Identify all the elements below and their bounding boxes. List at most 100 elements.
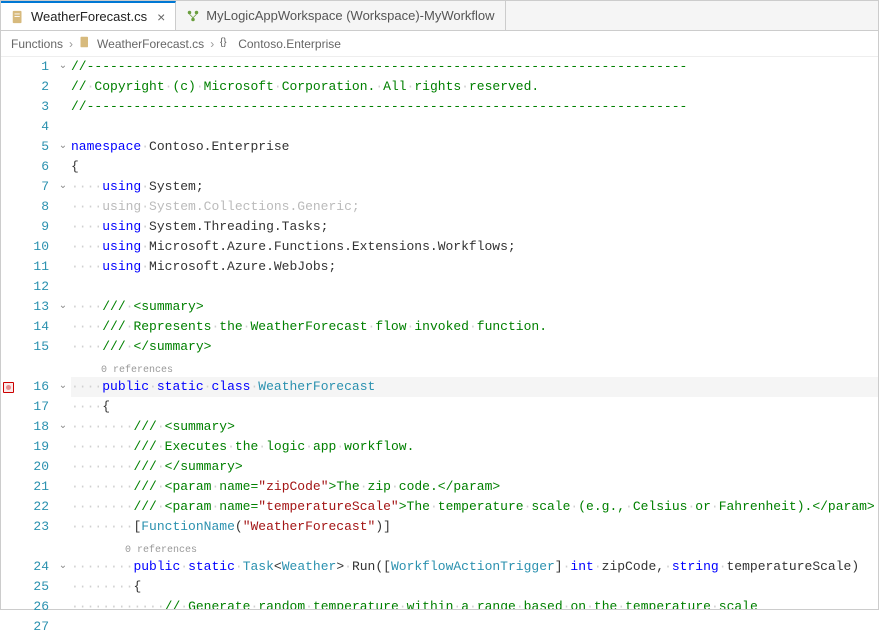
breadcrumb-item[interactable]: WeatherForecast.cs (97, 37, 204, 51)
indent-guide: ···· (71, 479, 102, 494)
code-line[interactable]: ····using·Microsoft.Azure.Functions.Exte… (71, 237, 878, 257)
breakpoint-marker[interactable] (3, 382, 14, 393)
close-icon[interactable]: × (157, 9, 165, 25)
code-line[interactable]: ········///·<summary> (71, 417, 878, 437)
indent-guide: ···· (71, 559, 102, 574)
line-number: 10 (15, 237, 49, 257)
indent-guide: ···· (71, 439, 102, 454)
code-line[interactable]: ········public·static·Task<Weather>·Run(… (71, 557, 878, 577)
code-area[interactable]: //--------------------------------------… (71, 57, 878, 609)
code-line[interactable]: namespace·Contoso.Enterprise (71, 137, 878, 157)
line-number: 7 (15, 177, 49, 197)
code-line[interactable]: ····using·System; (71, 177, 878, 197)
indent-guide: ···· (71, 459, 102, 474)
indent-guide: ···· (71, 579, 102, 594)
line-number: 9 (15, 217, 49, 237)
fold-toggle[interactable]: ⌄ (55, 57, 71, 77)
tab-weatherforecast[interactable]: WeatherForecast.cs × (1, 1, 176, 30)
code-line[interactable]: ········[FunctionName("WeatherForecast")… (71, 517, 878, 537)
code-line[interactable]: //·Copyright·(c)·Microsoft·Corporation.·… (71, 77, 878, 97)
code-line[interactable]: ····public·static·class·WeatherForecast (71, 377, 878, 397)
tab-workflow[interactable]: MyLogicAppWorkspace (Workspace)-MyWorkfl… (176, 1, 505, 30)
indent-guide: ···· (71, 599, 102, 609)
line-number: 5 (15, 137, 49, 157)
fold-gutter[interactable]: ⌄ ⌄ ⌄ ⌄ ⌄ ⌄ ⌄ (55, 57, 71, 609)
indent-guide: ···· (102, 559, 133, 574)
line-number: 21 (15, 477, 49, 497)
codelens-references[interactable]: 0 references (101, 365, 173, 376)
indent-guide: ···· (102, 459, 133, 474)
indent-guide: ···· (71, 419, 102, 434)
indent-guide: ···· (102, 499, 133, 514)
code-line[interactable]: ····///·Represents·the·WeatherForecast·f… (71, 317, 878, 337)
line-number: 14 (15, 317, 49, 337)
tab-bar: WeatherForecast.cs × MyLogicAppWorkspace… (1, 1, 878, 31)
line-number: 25 (15, 577, 49, 597)
indent-guide: ···· (71, 319, 102, 334)
line-number: 3 (15, 97, 49, 117)
indent-guide: ···· (71, 259, 102, 274)
indent-guide: ···· (71, 239, 102, 254)
code-line[interactable]: //--------------------------------------… (71, 57, 878, 77)
csharp-file-icon (79, 36, 91, 51)
svg-text:{}: {} (220, 37, 227, 48)
code-line[interactable] (71, 117, 878, 137)
line-number: 22 (15, 497, 49, 517)
code-line[interactable]: ····using·System.Threading.Tasks; (71, 217, 878, 237)
code-line[interactable]: ····using·System.Collections.Generic; (71, 197, 878, 217)
code-line[interactable] (71, 277, 878, 297)
fold-toggle[interactable]: ⌄ (55, 177, 71, 197)
code-editor[interactable]: 1234567891011121314151617181920212223242… (1, 57, 878, 609)
code-line[interactable]: ····using·Microsoft.Azure.WebJobs; (71, 257, 878, 277)
code-line[interactable]: ····///·</summary> (71, 337, 878, 357)
fold-toggle[interactable]: ⌄ (55, 297, 71, 317)
line-number: 13 (15, 297, 49, 317)
breadcrumb-item[interactable]: Contoso.Enterprise (238, 37, 341, 51)
indent-guide: ···· (71, 179, 102, 194)
indent-guide: ···· (102, 579, 133, 594)
fold-toggle[interactable]: ⌄ (55, 377, 71, 397)
tab-label: WeatherForecast.cs (31, 9, 147, 24)
line-number: 6 (15, 157, 49, 177)
code-line[interactable]: 0 references (71, 537, 878, 557)
workflow-icon (186, 9, 200, 23)
code-line[interactable]: ········///·<param·name="zipCode">The·zi… (71, 477, 878, 497)
indent-guide: ···· (71, 219, 102, 234)
breakpoint-gutter[interactable] (1, 57, 15, 609)
line-number: 17 (15, 397, 49, 417)
code-line[interactable]: ····///·<summary> (71, 297, 878, 317)
indent-guide: ···· (71, 499, 102, 514)
line-number: 11 (15, 257, 49, 277)
code-line[interactable]: ········///·<param·name="temperatureScal… (71, 497, 878, 517)
fold-toggle[interactable]: ⌄ (55, 417, 71, 437)
indent-guide: ···· (102, 599, 133, 609)
chevron-right-icon: › (210, 37, 214, 51)
line-number: 1 (15, 57, 49, 77)
tab-label: MyLogicAppWorkspace (Workspace)-MyWorkfl… (206, 8, 494, 23)
line-number: 27 (15, 617, 49, 637)
line-number: 8 (15, 197, 49, 217)
code-line[interactable]: ········///·Executes·the·logic·app·workf… (71, 437, 878, 457)
line-number (15, 357, 49, 377)
csharp-file-icon (11, 10, 25, 24)
code-line[interactable]: ········{ (71, 577, 878, 597)
line-number: 12 (15, 277, 49, 297)
fold-toggle[interactable]: ⌄ (55, 137, 71, 157)
line-number: 26 (15, 597, 49, 617)
code-line[interactable]: ············//·Generate·random·temperatu… (71, 597, 878, 609)
fold-toggle[interactable]: ⌄ (55, 557, 71, 577)
breadcrumb-item[interactable]: Functions (11, 37, 63, 51)
line-number: 18 (15, 417, 49, 437)
code-line[interactable]: ····{ (71, 397, 878, 417)
indent-guide: ···· (102, 419, 133, 434)
namespace-icon: {} (220, 36, 232, 51)
code-line[interactable]: ········///·</summary> (71, 457, 878, 477)
codelens-references[interactable]: 0 references (125, 545, 197, 556)
indent-guide: ···· (71, 299, 102, 314)
code-line[interactable]: { (71, 157, 878, 177)
indent-guide: ···· (102, 519, 133, 534)
line-number: 23 (15, 517, 49, 537)
code-line[interactable]: 0 references (71, 357, 878, 377)
code-line[interactable]: //--------------------------------------… (71, 97, 878, 117)
indent-guide: ···· (71, 519, 102, 534)
